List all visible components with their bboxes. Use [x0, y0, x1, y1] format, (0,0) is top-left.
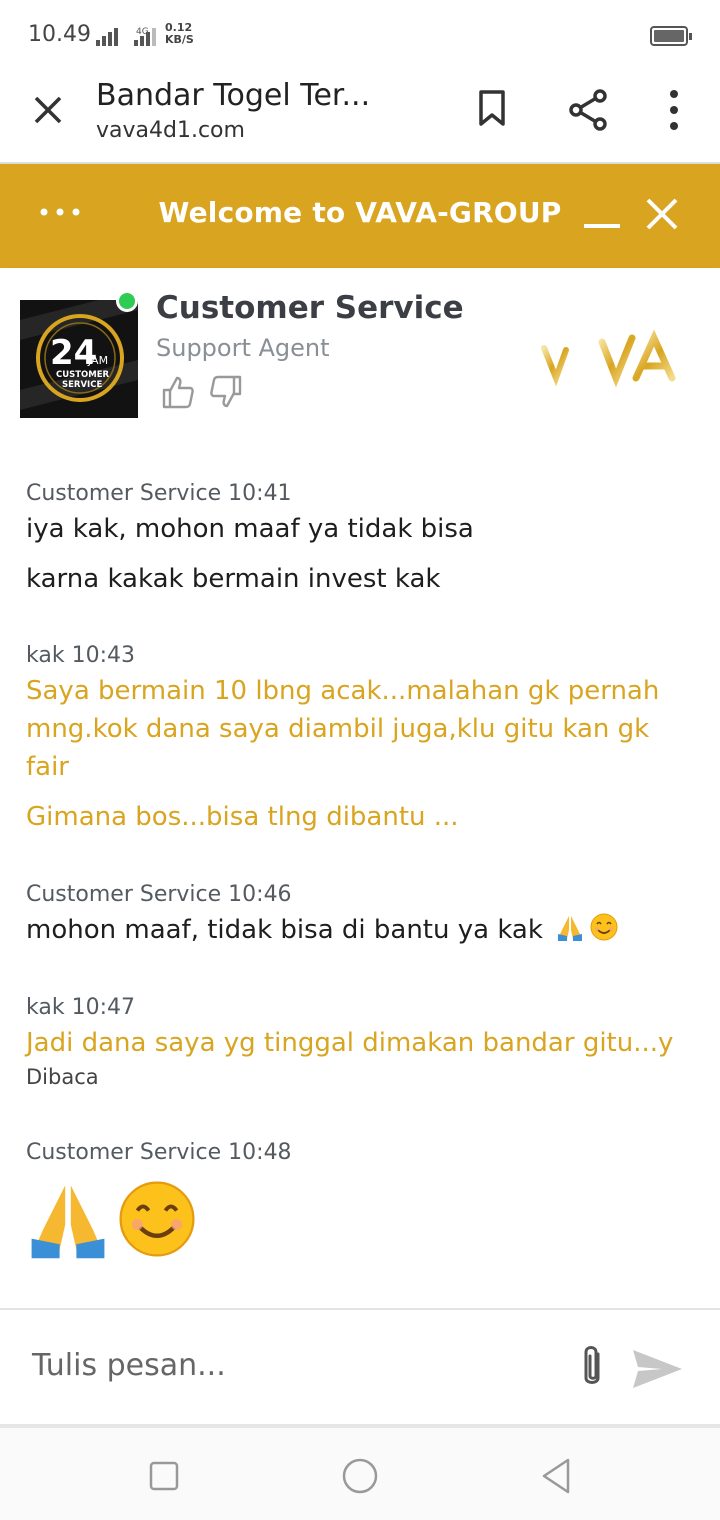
- agent-role: Support Agent: [156, 334, 330, 362]
- status-time: 10.49: [28, 22, 91, 47]
- emoji-message: [26, 1177, 696, 1267]
- message-meta: Customer Service 10:41: [26, 481, 292, 506]
- folded-hands-emoji-icon: [31, 1185, 105, 1259]
- share-icon[interactable]: [566, 88, 610, 132]
- smiling-face-emoji-icon: [590, 913, 618, 941]
- message-meta: kak 10:43: [26, 643, 135, 668]
- message-meta: Customer Service 10:48: [26, 1140, 292, 1165]
- speed-unit: KB/S: [165, 33, 194, 46]
- message-user: kak 10:47 Jadi dana saya yg tinggal dima…: [26, 992, 696, 1092]
- paperclip-icon[interactable]: [574, 1342, 610, 1392]
- smiling-face-emoji-icon: [119, 1181, 195, 1257]
- message-text: iya kak, mohon maaf ya tidak bisa: [26, 514, 474, 544]
- close-tab-icon[interactable]: [28, 90, 68, 130]
- overflow-menu-icon[interactable]: [658, 88, 690, 132]
- page-title: Bandar Togel Ter...: [96, 78, 371, 113]
- bookmark-icon[interactable]: [472, 88, 512, 128]
- message-meta: kak 10:47: [26, 995, 135, 1020]
- home-icon[interactable]: [340, 1456, 380, 1496]
- message-user: kak 10:43 Saya bermain 10 lbng acak...ma…: [26, 640, 696, 836]
- close-chat-icon[interactable]: [642, 194, 682, 234]
- network-speed: 0.12 KB/S: [165, 22, 194, 46]
- avatar-jam: JAM: [87, 354, 108, 367]
- message-agent: Customer Service 10:46 mohon maaf, tidak…: [26, 879, 696, 949]
- recent-apps-icon[interactable]: [148, 1460, 180, 1492]
- chat-header: Welcome to VAVA-GROUP: [0, 164, 720, 268]
- message-text: Gimana bos...bisa tlng dibantu ...: [26, 802, 459, 832]
- avatar-service: SERVICE: [62, 380, 102, 390]
- online-status-dot: [116, 290, 138, 312]
- message-composer: Tulis pesan...: [0, 1308, 720, 1424]
- read-status: Dibaca: [26, 1065, 99, 1089]
- message-agent: Customer Service 10:41 iya kak, mohon ma…: [26, 478, 696, 598]
- avatar-customer: CUSTOMER: [56, 370, 110, 380]
- folded-hands-emoji-icon: [558, 916, 583, 941]
- thumbs-up-icon[interactable]: [160, 374, 196, 410]
- status-bar: 10.49 4G 0.12 KB/S: [0, 0, 720, 72]
- avatar-24: 24: [50, 333, 97, 373]
- message-text: mohon maaf, tidak bisa di bantu ya kak: [26, 915, 543, 945]
- vava-brand-logo: [541, 329, 676, 388]
- back-icon[interactable]: [538, 1456, 574, 1496]
- message-agent: Customer Service 10:48: [26, 1137, 696, 1267]
- browser-toolbar: Bandar Togel Ter... vava4d1.com: [0, 72, 720, 164]
- customer-service-24h-logo: 24 JAM CUSTOMER SERVICE: [20, 300, 138, 418]
- message-text: Saya bermain 10 lbng acak...malahan gk p…: [26, 676, 660, 782]
- page-url[interactable]: vava4d1.com: [96, 118, 245, 143]
- signal-icon: 4G: [96, 27, 156, 46]
- message-meta: Customer Service 10:46: [26, 882, 292, 907]
- minimize-icon[interactable]: [582, 196, 622, 232]
- message-input[interactable]: Tulis pesan...: [32, 1348, 226, 1383]
- message-list[interactable]: Customer Service 10:41 iya kak, mohon ma…: [0, 450, 720, 1308]
- message-text: Jadi dana saya yg tinggal dimakan bandar…: [26, 1028, 674, 1058]
- agent-card: 24 JAM CUSTOMER SERVICE Customer Service…: [0, 268, 720, 450]
- agent-name: Customer Service: [156, 290, 464, 326]
- message-text: karna kakak bermain invest kak: [26, 564, 441, 594]
- battery-icon: [650, 26, 692, 46]
- avatar: 24 JAM CUSTOMER SERVICE: [20, 300, 138, 418]
- send-icon[interactable]: [630, 1346, 684, 1392]
- message-text-row: mohon maaf, tidak bisa di bantu ya kak: [26, 911, 696, 949]
- system-nav-bar: [0, 1424, 720, 1520]
- thumbs-down-icon[interactable]: [208, 374, 244, 410]
